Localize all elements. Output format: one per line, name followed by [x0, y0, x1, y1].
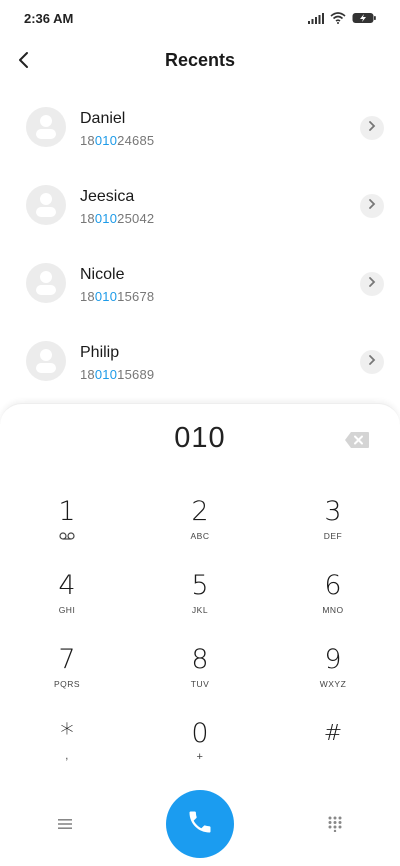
header: Recents — [0, 40, 400, 84]
chevron-right-icon — [368, 119, 376, 137]
key-letters: , — [65, 750, 69, 762]
dial-key-7[interactable]: 7 PQRS — [7, 644, 127, 708]
key-digit: 3 — [324, 496, 342, 527]
key-letters: WXYZ — [319, 679, 347, 689]
dial-key-hash[interactable]: # — [273, 718, 393, 782]
chevron-right-icon — [368, 197, 376, 215]
wifi-icon — [330, 11, 346, 29]
key-letters: DEF — [323, 531, 343, 541]
key-digit: 8 — [191, 644, 209, 675]
key-digit: # — [323, 721, 343, 746]
keypad-icon — [328, 816, 342, 837]
status-time: 2:36 AM — [24, 11, 74, 26]
contact-name: Daniel — [80, 110, 126, 127]
avatar — [26, 185, 66, 225]
chevron-right-icon — [368, 275, 376, 293]
dial-key-5[interactable]: 5 JKL — [140, 570, 260, 634]
contact-detail-button[interactable] — [360, 194, 384, 218]
contact-detail-button[interactable] — [360, 350, 384, 374]
dial-key-4[interactable]: 4 GHI — [7, 570, 127, 634]
avatar — [26, 107, 66, 147]
key-digit: 7 — [58, 644, 76, 675]
avatar — [26, 341, 66, 381]
key-digit: 4 — [58, 570, 76, 601]
dialed-number-display[interactable]: 010 — [0, 422, 400, 455]
avatar — [26, 263, 66, 303]
contact-number: 1801015689 — [80, 367, 155, 382]
backspace-icon — [344, 432, 370, 453]
key-digit: 1 — [58, 496, 76, 527]
key-digit: 0 — [191, 718, 209, 749]
key-digit: 5 — [191, 570, 209, 601]
signal-icon — [308, 11, 324, 29]
dial-key-0[interactable]: 0 + — [140, 718, 260, 782]
chevron-right-icon — [368, 353, 376, 371]
key-letters: JKL — [191, 605, 209, 615]
key-letters: TUV — [190, 679, 210, 689]
contact-name: Jeesica — [80, 188, 135, 205]
contact-row[interactable]: Jeesica 1801025042 — [0, 168, 400, 244]
keypad-toggle-button[interactable] — [320, 816, 350, 836]
contact-name: Nicole — [80, 266, 125, 283]
call-button[interactable] — [166, 790, 234, 858]
key-digit: 9 — [324, 644, 342, 675]
backspace-button[interactable] — [344, 431, 370, 449]
dial-key-9[interactable]: 9 WXYZ — [273, 644, 393, 708]
status-icons — [308, 11, 376, 29]
key-letters: + — [196, 751, 204, 763]
contact-row[interactable]: Nicole 1801015678 — [0, 246, 400, 322]
contact-number: 1801024685 — [80, 133, 155, 148]
status-bar: 2:36 AM — [0, 0, 400, 36]
dialpad: 010 1 2 ABC 3 DEF 4 GHI 5 JKL 6 MNO 7 PQ… — [0, 403, 400, 866]
dial-key-2[interactable]: 2 ABC — [140, 496, 260, 560]
key-letters: PQRS — [53, 679, 81, 689]
contact-number: 1801015678 — [80, 289, 155, 304]
contact-name: Philip — [80, 344, 120, 361]
dial-key-8[interactable]: 8 TUV — [140, 644, 260, 708]
contact-detail-button[interactable] — [360, 272, 384, 296]
menu-icon — [58, 817, 72, 835]
key-letters: ABC — [190, 531, 210, 541]
key-digit: * — [60, 718, 74, 749]
menu-button[interactable] — [50, 816, 80, 836]
contact-detail-button[interactable] — [360, 116, 384, 140]
dial-key-6[interactable]: 6 MNO — [273, 570, 393, 634]
key-letters: GHI — [58, 605, 76, 615]
key-digit: 2 — [191, 496, 209, 527]
page-title: Recents — [164, 50, 236, 70]
battery-charging-icon — [352, 11, 376, 29]
dialpad-bottom-bar — [0, 784, 400, 864]
key-letters: MNO — [322, 605, 344, 615]
phone-icon — [186, 808, 214, 841]
key-digit: 6 — [324, 570, 342, 601]
voicemail-icon — [7, 531, 127, 542]
contact-number: 1801025042 — [80, 211, 155, 226]
dial-key-star[interactable]: * , — [7, 718, 127, 782]
dial-key-1[interactable]: 1 — [7, 496, 127, 560]
contact-row[interactable]: Philip 1801015689 — [0, 324, 400, 400]
dial-key-3[interactable]: 3 DEF — [273, 496, 393, 560]
contact-row[interactable]: Daniel 1801024685 — [0, 90, 400, 166]
